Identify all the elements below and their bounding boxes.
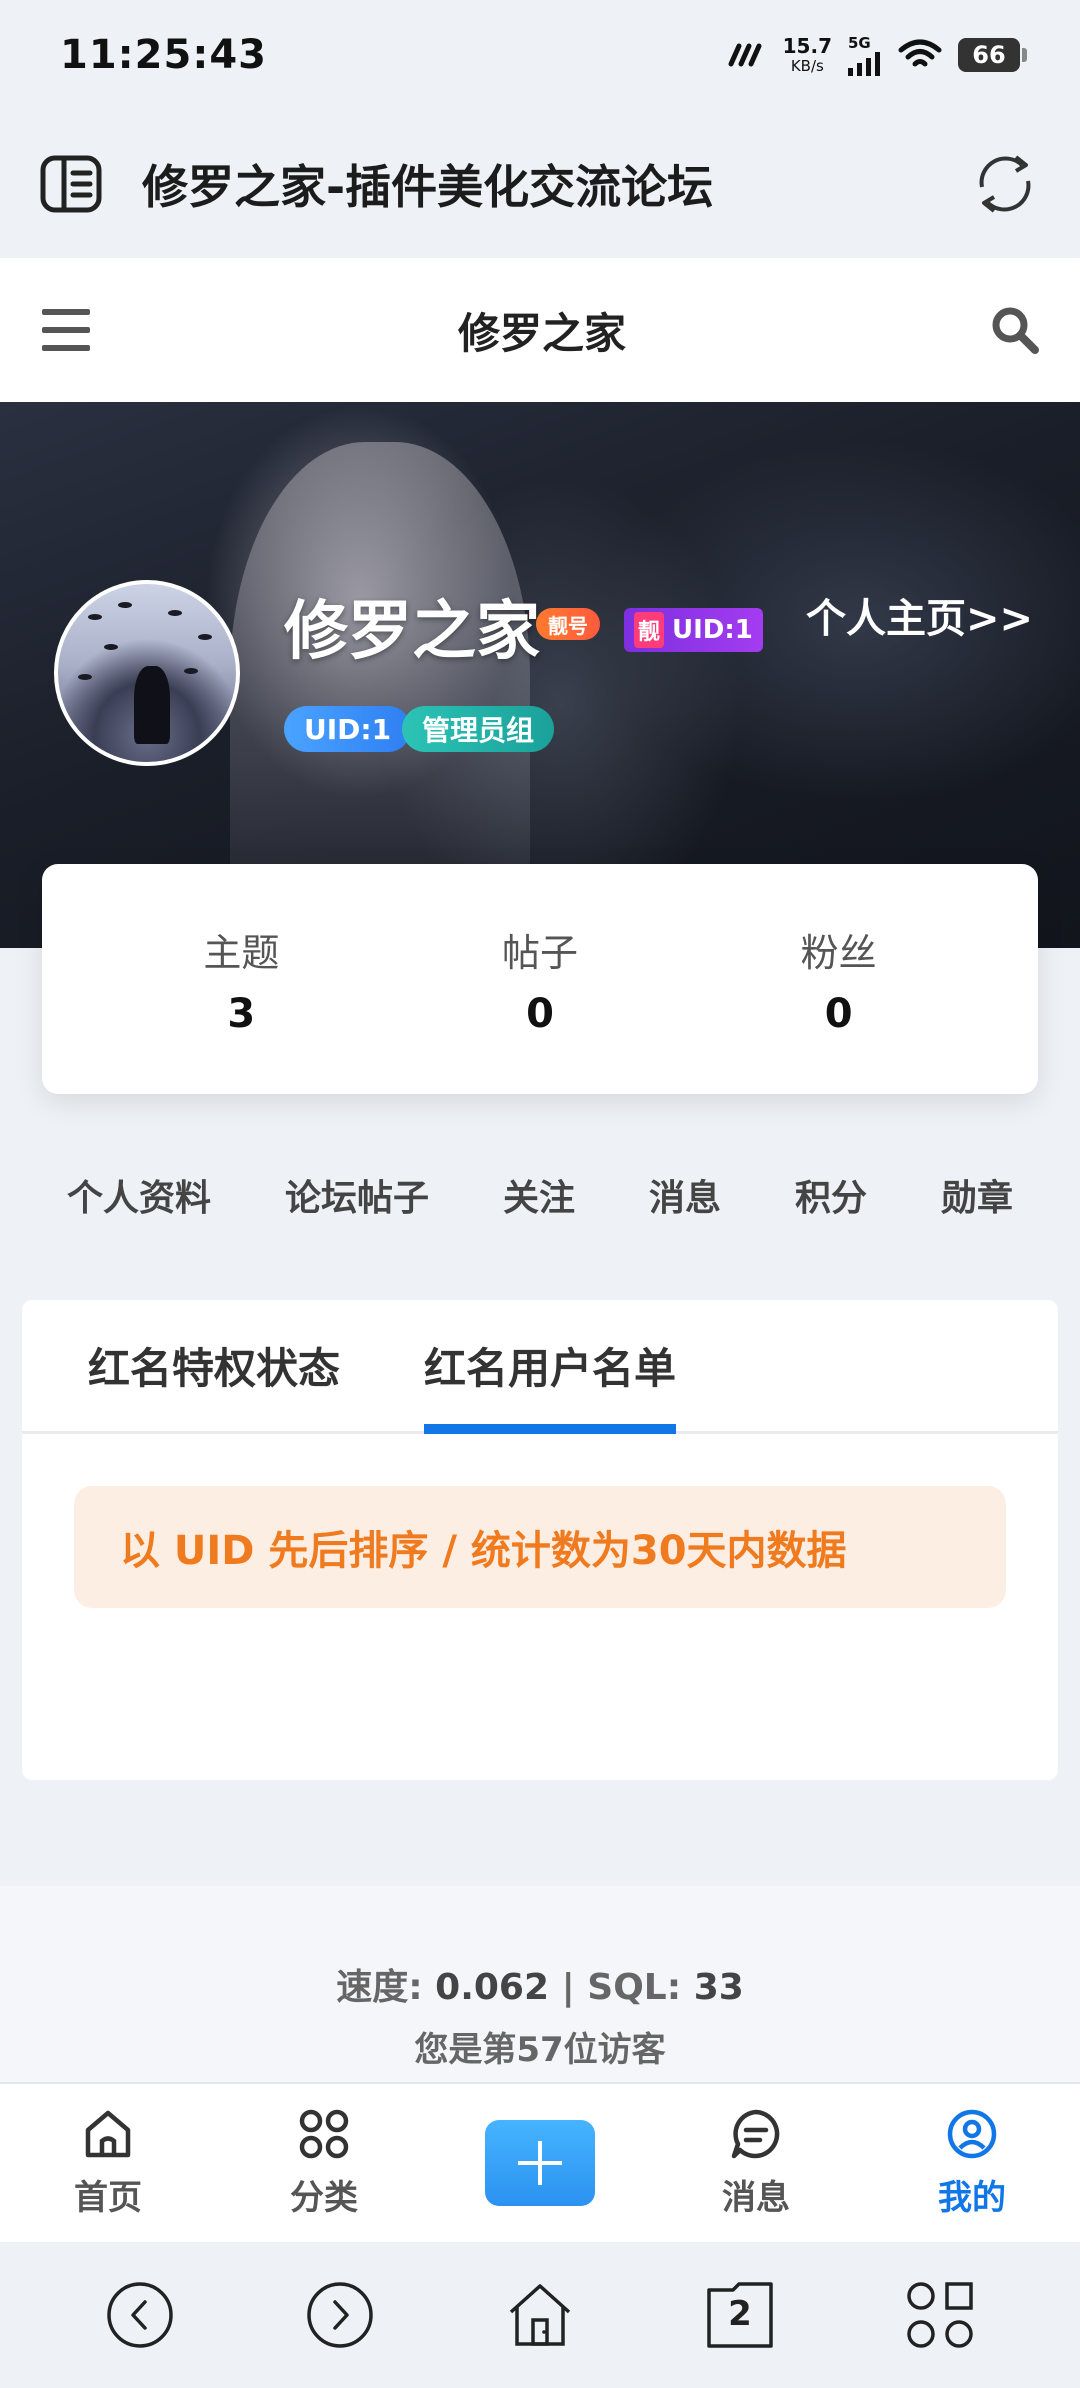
menu-icon[interactable]	[40, 307, 94, 353]
stat-posts[interactable]: 帖子 0	[430, 922, 650, 1037]
tabbar-label: 消息	[722, 2177, 790, 2218]
status-time: 11:25:43	[60, 32, 267, 78]
uid-pill: UID:1	[284, 706, 412, 752]
system-nav-bar: 2	[0, 2242, 1080, 2388]
tab-count: 2	[728, 2294, 752, 2334]
uid-badge-text: UID:1	[672, 615, 753, 645]
tabbar-home[interactable]: 首页	[18, 2108, 198, 2219]
grid-icon	[299, 2109, 349, 2158]
search-icon[interactable]	[990, 305, 1040, 355]
separator: |	[561, 1967, 575, 2008]
panel-tabs: 红名特权状态 红名用户名单	[22, 1300, 1058, 1434]
speed-line: 速度: 0.062 | SQL: 33	[0, 1958, 1080, 2010]
nav-item-following[interactable]: 关注	[503, 1169, 575, 1221]
username: 修罗之家	[284, 595, 540, 669]
red-name-panel: 红名特权状态 红名用户名单 以 UID 先后排序 / 统计数为30天内数据	[22, 1300, 1058, 1780]
tabbar-label: 分类	[290, 2177, 358, 2218]
stat-label: 帖子	[501, 930, 578, 975]
speed-label: 速度:	[336, 1967, 423, 2008]
refresh-icon[interactable]	[970, 149, 1040, 219]
profile-nav-menu: 个人资料 论坛帖子 关注 消息 积分 勋章	[0, 1160, 1080, 1230]
tabbar-post[interactable]	[450, 2120, 630, 2206]
new-post-button[interactable]	[485, 2120, 595, 2206]
back-icon[interactable]	[105, 2280, 175, 2350]
status-bar: 11:25:43 15.7 KB/s 5G 66	[0, 0, 1080, 110]
network-type: 5G	[848, 34, 871, 52]
nav-item-forum-posts[interactable]: 论坛帖子	[285, 1169, 429, 1221]
apps-icon[interactable]	[905, 2280, 975, 2350]
profile-home-link[interactable]: 个人主页>>	[806, 586, 1033, 644]
tabbar-messages[interactable]: 消息	[666, 2108, 846, 2219]
bottom-tab-bar: 首页 分类 消息 我的	[0, 2082, 1080, 2242]
uid-badge: 靓 UID:1	[624, 608, 763, 652]
nav-item-points[interactable]: 积分	[795, 1169, 867, 1221]
browser-home-icon[interactable]	[505, 2280, 575, 2350]
battery-indicator: 66	[958, 38, 1027, 72]
tabbar-categories[interactable]: 分类	[234, 2108, 414, 2219]
tabbar-label: 我的	[938, 2177, 1006, 2218]
stat-label: 粉丝	[800, 930, 877, 975]
speed-value: 0.062	[435, 1967, 550, 2008]
tab-red-name-list[interactable]: 红名用户名单	[424, 1300, 677, 1434]
wifi-icon	[898, 39, 942, 67]
stat-label: 主题	[203, 930, 280, 975]
net-speed: 15.7 KB/s	[782, 34, 832, 75]
sql-label: SQL:	[587, 1967, 682, 2008]
forward-icon[interactable]	[305, 2280, 375, 2350]
plus-icon	[518, 2141, 562, 2185]
stat-fans[interactable]: 粉丝 0	[729, 922, 949, 1037]
status-icons: 15.7 KB/s 5G 66	[727, 34, 1027, 76]
chat-icon	[731, 2109, 780, 2158]
liang-mark: 靓	[634, 612, 665, 648]
sidebar-toggle-icon[interactable]	[40, 155, 102, 213]
tab-red-name-status[interactable]: 红名特权状态	[88, 1300, 340, 1431]
nav-item-messages[interactable]: 消息	[649, 1169, 721, 1221]
sql-value: 33	[693, 1967, 744, 2008]
liang-badge: 靓号	[536, 608, 600, 640]
home-icon	[85, 2110, 131, 2157]
browser-page-title: 修罗之家-插件美化交流论坛	[142, 160, 714, 214]
nav-item-medals[interactable]: 勋章	[941, 1169, 1013, 1221]
tabbar-mine[interactable]: 我的	[882, 2108, 1062, 2219]
site-header: 修罗之家	[0, 258, 1080, 402]
user-group-pill: 管理员组	[402, 706, 555, 752]
nav-item-profile[interactable]: 个人资料	[67, 1169, 211, 1221]
stat-topics[interactable]: 主题 3	[131, 922, 351, 1037]
tabs-button[interactable]: 2	[705, 2280, 775, 2350]
signal-icon	[848, 52, 880, 76]
user-icon	[947, 2109, 997, 2158]
nfc-icon	[728, 43, 762, 67]
avatar[interactable]	[54, 580, 240, 766]
visitor-count: 您是第57位访客	[414, 2030, 666, 2070]
browser-toolbar: 修罗之家-插件美化交流论坛	[0, 110, 1080, 258]
stats-card: 主题 3 帖子 0 粉丝 0	[42, 864, 1038, 1094]
site-title: 修罗之家	[457, 308, 626, 358]
stat-value: 3	[227, 990, 256, 1037]
stat-value: 0	[526, 990, 554, 1037]
footer-info: 速度: 0.062 | SQL: 33 您是第57位访客	[0, 1886, 1080, 2082]
notice-banner: 以 UID 先后排序 / 统计数为30天内数据	[74, 1486, 1006, 1608]
tabbar-label: 首页	[74, 2177, 142, 2218]
stat-value: 0	[824, 990, 853, 1037]
